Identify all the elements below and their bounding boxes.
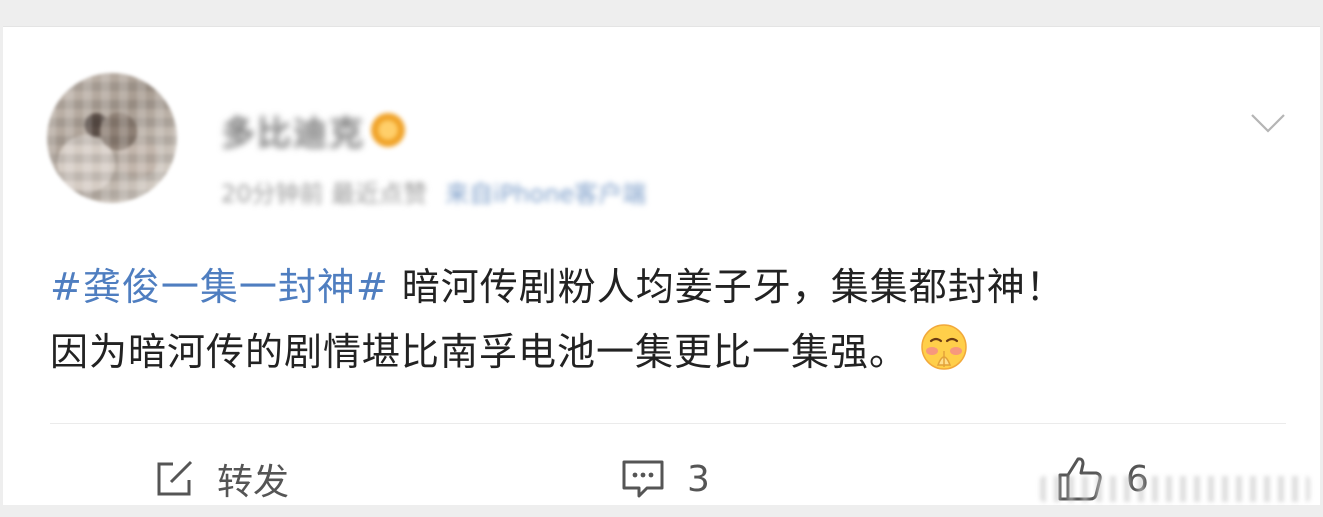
author-row: 多比迪克 bbox=[221, 106, 405, 155]
post-text-line1: 暗河传剧粉人均姜子牙，集集都封神！ bbox=[388, 265, 1065, 309]
post-content: #龚俊一集一封神# 暗河传剧粉人均姜子牙，集集都封神！ 因为暗河传的剧情堪比南孚… bbox=[50, 255, 1290, 385]
comment-count: 3 bbox=[687, 458, 710, 500]
emoji-icon bbox=[918, 323, 970, 375]
more-options-button[interactable] bbox=[1248, 109, 1288, 139]
author-name[interactable]: 多比迪克 bbox=[221, 106, 365, 155]
comment-icon bbox=[622, 460, 664, 498]
avatar[interactable] bbox=[47, 73, 177, 203]
comment-button[interactable]: 3 bbox=[621, 451, 710, 507]
post-source: 来自iPhone客户端 bbox=[445, 179, 647, 208]
post-meta: 20分钟前 最近点赞 来自iPhone客户端 bbox=[221, 173, 646, 209]
page: 多比迪克 20分钟前 最近点赞 来自iPhone客户端 #龚俊一集一封神# 暗河… bbox=[0, 0, 1323, 517]
share-icon bbox=[157, 460, 193, 496]
repost-label: 转发 bbox=[217, 462, 290, 503]
hashtag-link[interactable]: #龚俊一集一封神# bbox=[50, 265, 389, 309]
watermark bbox=[1040, 476, 1310, 502]
vip-badge-icon bbox=[371, 113, 405, 147]
post-time: 20分钟前 最近点赞 bbox=[221, 179, 428, 208]
repost-button[interactable]: 转发 bbox=[153, 451, 289, 507]
weibo-post-card: 多比迪克 20分钟前 最近点赞 来自iPhone客户端 #龚俊一集一封神# 暗河… bbox=[3, 26, 1320, 505]
post-text-line2: 因为暗河传的剧情堪比南孚电池一集更比一集强。 bbox=[50, 330, 909, 374]
divider bbox=[50, 423, 1286, 424]
chevron-down-icon bbox=[1251, 114, 1285, 133]
